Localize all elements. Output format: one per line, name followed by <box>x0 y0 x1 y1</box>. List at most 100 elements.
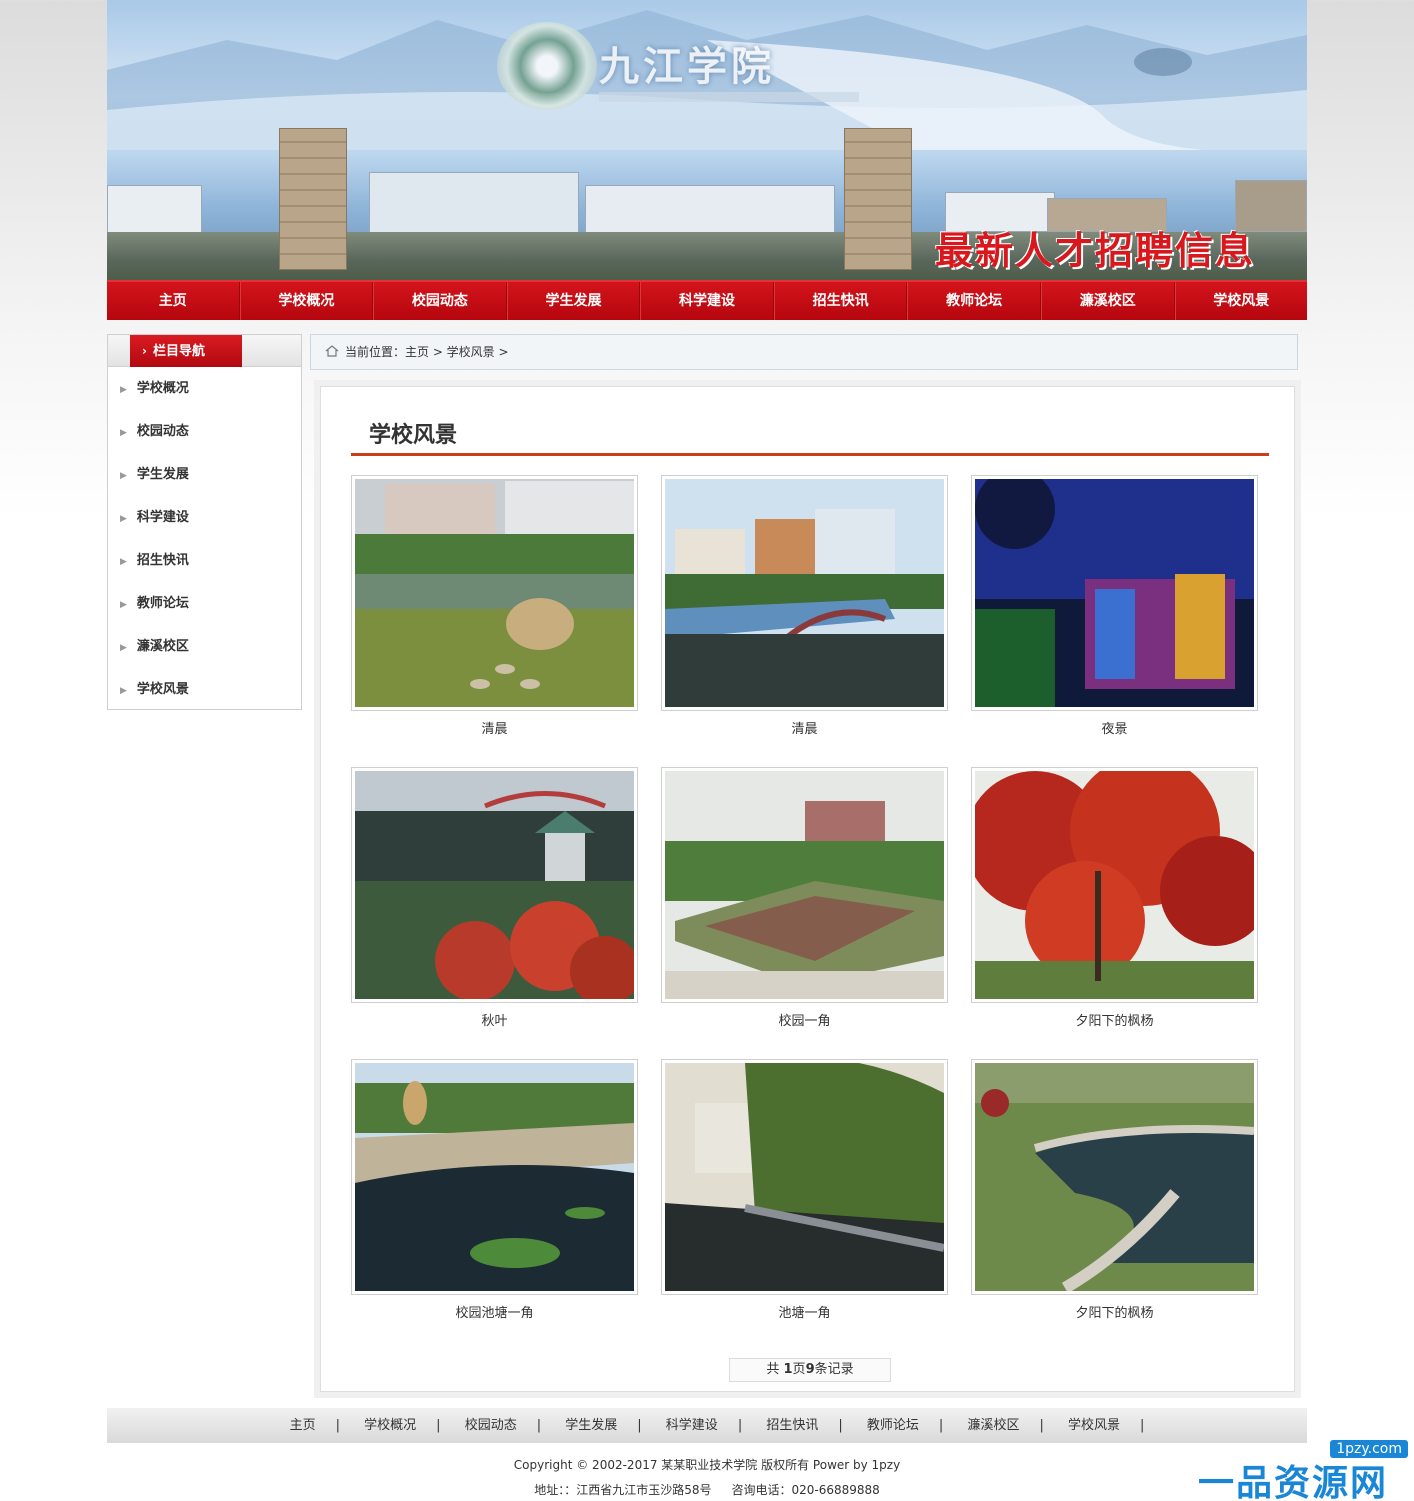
gallery-item[interactable]: 池塘一角 <box>661 1059 948 1321</box>
nav-item-teacher-forum[interactable]: 教师论坛 <box>907 282 1041 320</box>
photo-maple[interactable] <box>975 771 1254 999</box>
footer-link-campus-news[interactable]: 校园动态 <box>445 1418 537 1433</box>
photo-caption[interactable]: 夕阳下的枫杨 <box>971 1302 1258 1321</box>
photo-caption[interactable]: 校园一角 <box>661 1010 948 1029</box>
building <box>107 185 202 235</box>
footer-separator: | <box>335 1418 341 1433</box>
nav-item-lianxi-campus[interactable]: 濂溪校区 <box>1040 282 1175 320</box>
sidebar-item-label: 招生快讯 <box>136 553 189 568</box>
nav-item-campus-news[interactable]: 校园动态 <box>373 282 507 320</box>
photo-frame[interactable] <box>661 1059 948 1295</box>
footer-link-overview[interactable]: 学校概况 <box>344 1418 436 1433</box>
recruitment-banner-text[interactable]: 最新人才招聘信息 <box>935 220 1255 275</box>
content-inner: 学校风景 清晨 清晨 夜景 秋叶 校园一角 夕阳下的枫杨 校园池塘一角 池塘一角… <box>320 386 1295 1392</box>
photo-frame[interactable] <box>661 767 948 1003</box>
bullet-arrow-icon: ▶ <box>120 428 127 438</box>
gallery-item[interactable]: 夜景 <box>971 475 1258 737</box>
photo-frame[interactable] <box>971 475 1258 711</box>
nav-item-science[interactable]: 科学建设 <box>640 282 774 320</box>
photo-frame[interactable] <box>351 767 638 1003</box>
footer-link-scenery[interactable]: 学校风景 <box>1048 1418 1140 1433</box>
footer-separator: | <box>838 1418 843 1433</box>
footer-link-lianxi-campus[interactable]: 濂溪校区 <box>947 1418 1039 1433</box>
gallery-item[interactable]: 校园池塘一角 <box>351 1059 638 1321</box>
nav-item-admissions[interactable]: 招生快讯 <box>773 282 908 320</box>
breadcrumb-text[interactable]: 当前位置：主页 > 学校风景 > <box>345 345 509 359</box>
footer-link-student-development[interactable]: 学生发展 <box>545 1418 637 1433</box>
gate-pillar-left <box>279 128 347 270</box>
footer-link-science[interactable]: 科学建设 <box>646 1418 738 1433</box>
sidebar-item-student-development[interactable]: ▶ 学生发展 <box>108 453 301 496</box>
sidebar-title-tab: › 栏目导航 <box>130 335 242 367</box>
footer-link-admissions[interactable]: 招生快讯 <box>746 1418 838 1433</box>
gallery-item[interactable]: 清晨 <box>661 475 948 737</box>
copyright-text: Copyright © 2002-2017 某某职业技术学院 版权所有 Powe… <box>513 1458 901 1472</box>
photo-caption[interactable]: 夜景 <box>971 718 1258 737</box>
title-divider <box>351 453 1269 456</box>
footer-separator: | <box>637 1418 642 1433</box>
gallery-item[interactable]: 校园一角 <box>661 767 948 1029</box>
sidebar-item-label: 学校风景 <box>136 682 189 697</box>
bullet-arrow-icon: ▶ <box>120 643 127 653</box>
photo-lake-rock[interactable] <box>355 479 634 707</box>
photo-frame[interactable] <box>971 1059 1258 1295</box>
gallery-item[interactable]: 夕阳下的枫杨 <box>971 1059 1258 1321</box>
photo-willow[interactable] <box>665 1063 944 1291</box>
content-panel: 学校风景 清晨 清晨 夜景 秋叶 校园一角 夕阳下的枫杨 校园池塘一角 池塘一角… <box>314 380 1301 1398</box>
photo-caption[interactable]: 清晨 <box>661 718 948 737</box>
footer-separator: | <box>1039 1418 1044 1433</box>
photo-frame[interactable] <box>351 1059 638 1295</box>
logo-subtitle-bar <box>599 92 859 102</box>
breadcrumb: 当前位置：主页 > 学校风景 > <box>310 334 1298 370</box>
sidebar-item-science[interactable]: ▶ 科学建设 <box>108 496 301 539</box>
photo-caption[interactable]: 夕阳下的枫杨 <box>971 1010 1258 1029</box>
gallery-item[interactable]: 秋叶 <box>351 767 638 1029</box>
footer-address: 地址：：江西省九江市玉沙路58号 <box>534 1483 712 1497</box>
sidebar-item-teacher-forum[interactable]: ▶ 教师论坛 <box>108 582 301 625</box>
sidebar-item-overview[interactable]: ▶ 学校概况 <box>108 367 301 410</box>
pager-page-count: 1 <box>783 1362 793 1377</box>
sidebar-item-scenery[interactable]: ▶ 学校风景 <box>108 668 301 711</box>
school-logo-text: 九江学院 <box>599 43 775 90</box>
gallery-item[interactable]: 夕阳下的枫杨 <box>971 767 1258 1029</box>
photo-pond[interactable] <box>355 1063 634 1291</box>
footer-separator: | <box>737 1418 743 1433</box>
nav-item-scenery[interactable]: 学校风景 <box>1174 282 1308 320</box>
bullet-arrow-icon: ▶ <box>120 686 127 696</box>
photo-garden[interactable] <box>665 771 944 999</box>
photo-caption[interactable]: 清晨 <box>351 718 638 737</box>
photo-caption[interactable]: 池塘一角 <box>661 1302 948 1321</box>
footer-separator: | <box>1140 1418 1145 1433</box>
photo-bridge[interactable] <box>665 479 944 707</box>
sidebar-header: › 栏目导航 <box>108 335 301 367</box>
gallery-item[interactable]: 清晨 <box>351 475 638 737</box>
photo-frame[interactable] <box>351 475 638 711</box>
pager-prefix: 共 <box>766 1362 784 1377</box>
photo-walkway[interactable] <box>975 1063 1254 1291</box>
bullet-arrow-icon: ▶ <box>120 600 127 610</box>
photo-pavilion[interactable] <box>355 771 634 999</box>
sidebar-item-label: 濂溪校区 <box>136 639 189 654</box>
pager-record-count: 9 <box>805 1362 815 1377</box>
bullet-arrow-icon: ▶ <box>120 385 127 395</box>
building <box>585 185 835 233</box>
main-navigation: 主页 学校概况 校园动态 学生发展 科学建设 招生快讯 教师论坛 濂溪校区 学校… <box>107 280 1307 320</box>
school-logo-icon <box>497 22 597 110</box>
footer-link-teacher-forum[interactable]: 教师论坛 <box>847 1418 939 1433</box>
photo-night[interactable] <box>975 479 1254 707</box>
photo-frame[interactable] <box>661 475 948 711</box>
nav-item-student-development[interactable]: 学生发展 <box>506 282 641 320</box>
watermark-text: 一品资源网 <box>1198 1463 1389 1501</box>
footer-phone: 咨询电话：020-66889888 <box>731 1483 880 1497</box>
sidebar-item-campus-news[interactable]: ▶ 校园动态 <box>108 410 301 453</box>
sidebar-item-lianxi-campus[interactable]: ▶ 濂溪校区 <box>108 625 301 668</box>
photo-caption[interactable]: 秋叶 <box>351 1010 638 1029</box>
footer-link-home[interactable]: 主页 <box>270 1418 336 1433</box>
nav-item-overview[interactable]: 学校概况 <box>239 282 374 320</box>
sidebar-item-admissions[interactable]: ▶ 招生快讯 <box>108 539 301 582</box>
footer-separator: | <box>436 1418 441 1433</box>
sidebar-title: 栏目导航 <box>152 344 205 359</box>
photo-caption[interactable]: 校园池塘一角 <box>351 1302 638 1321</box>
photo-frame[interactable] <box>971 767 1258 1003</box>
nav-item-home[interactable]: 主页 <box>107 282 240 320</box>
